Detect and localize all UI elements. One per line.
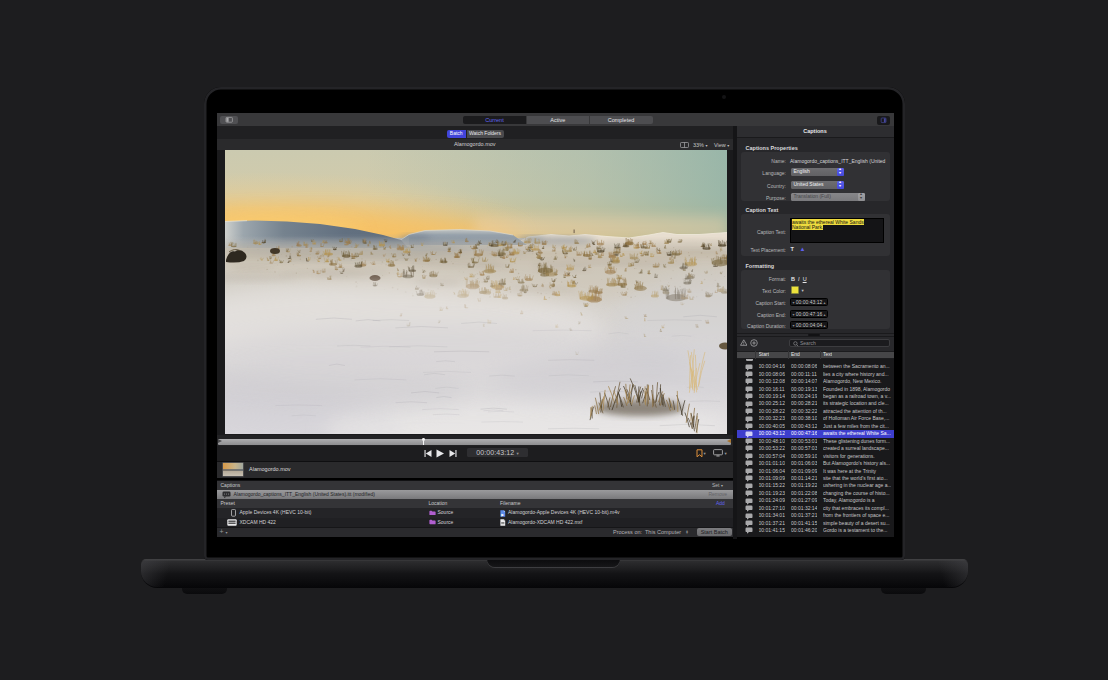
svg-text:▶: ▶ (501, 512, 504, 516)
